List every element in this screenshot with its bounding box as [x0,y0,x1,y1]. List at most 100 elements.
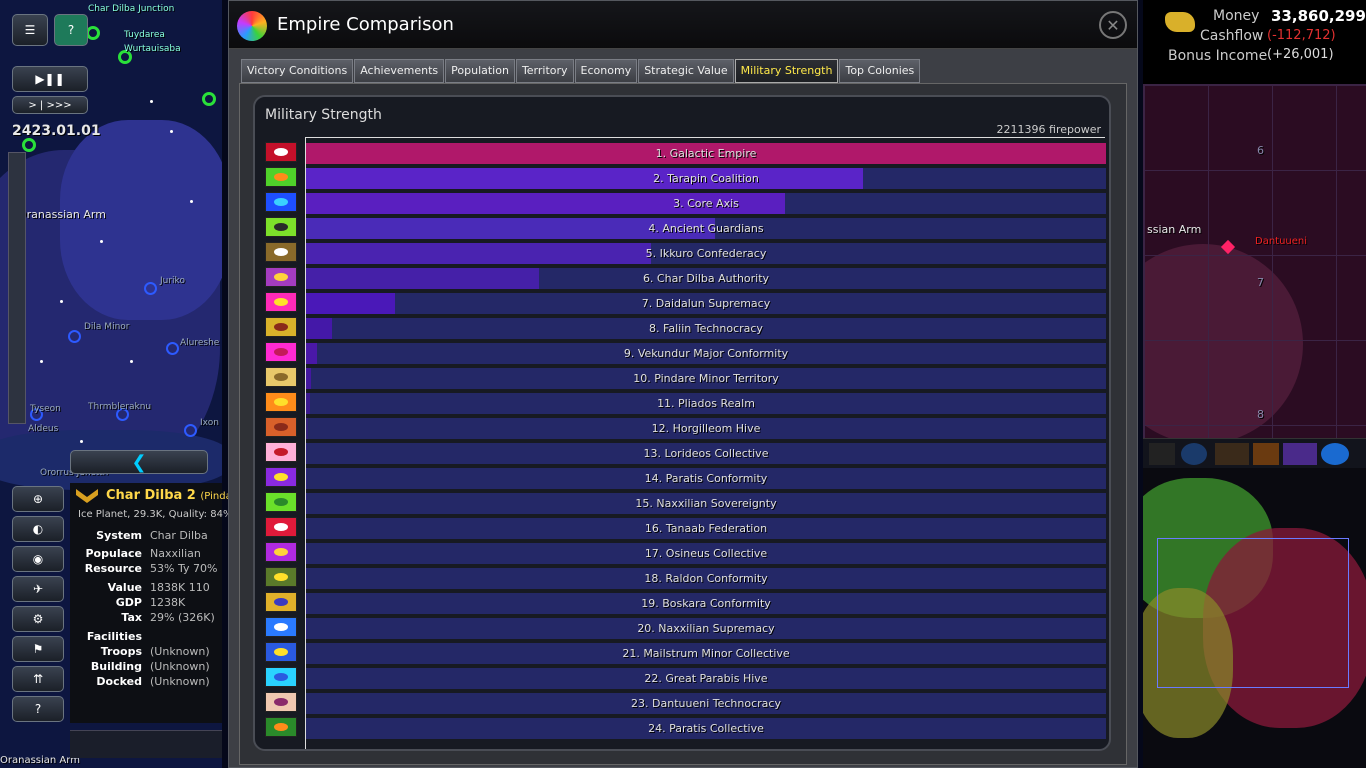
target-button[interactable]: ⊕ [12,486,64,512]
intel-button[interactable]: ◉ [12,546,64,572]
tab-territory[interactable]: Territory [515,59,574,83]
planet-name[interactable]: Char Dilba 2 (Pindar [106,488,236,503]
chart-row[interactable]: 19. Boskara Conformity [306,593,1106,614]
empire-emblem-icon[interactable] [265,317,297,337]
money-icon [1165,12,1195,32]
chart-row[interactable]: 23. Dantuueni Technocracy [306,693,1106,714]
chart-row[interactable]: 3. Core Axis [306,193,1106,214]
play-pause-button[interactable]: ▶❚❚ [12,66,88,92]
view-mode-toolbar[interactable] [1143,438,1366,468]
minimap[interactable] [1143,468,1366,768]
empire-emblem-icon[interactable] [265,592,297,612]
tab-victory-conditions[interactable]: Victory Conditions [241,59,354,83]
fleet-slots[interactable] [70,730,222,758]
chart-row[interactable]: 6. Char Dilba Authority [306,268,1106,289]
chart-bar-label: 5. Ikkuro Confederacy [645,247,767,260]
chart-row[interactable]: 21. Mailstrum Minor Collective [306,643,1106,664]
chart-row[interactable]: 17. Osineus Collective [306,543,1106,564]
empire-emblem-icon[interactable] [265,542,297,562]
empire-emblem-icon[interactable] [265,667,297,687]
system-marker[interactable] [22,138,36,152]
empire-emblem-icon[interactable] [265,292,297,312]
system-marker[interactable] [144,282,157,295]
map-filter-toolbar[interactable] [8,152,26,424]
empire-emblem-icon[interactable] [265,717,297,737]
tab-achievements[interactable]: Achievements [354,59,445,83]
system-marker[interactable] [202,92,216,106]
close-button[interactable]: ✕ [1099,11,1127,39]
empire-emblem-icon[interactable] [265,192,297,212]
chart-row[interactable]: 16. Tanaab Federation [306,518,1106,539]
galaxy-map-right[interactable]: ssian Arm Dantuueni 6 7 8 [1143,84,1366,438]
speed-label: > | >>> [28,99,72,111]
empire-emblem-icon[interactable] [265,367,297,387]
help-button[interactable]: ? [54,14,88,46]
empire-emblem-icon[interactable] [265,392,297,412]
settings-button[interactable]: ⚙ [12,606,64,632]
system-marker[interactable] [86,26,100,40]
empire-emblem-icon[interactable] [265,492,297,512]
chart-bar-label: 6. Char Dilba Authority [642,272,770,285]
empire-emblem-icon[interactable] [265,442,297,462]
chart-row[interactable]: 4. Ancient Guardians [306,218,1106,239]
chart-row[interactable]: 14. Paratis Conformity [306,468,1106,489]
empire-emblem-icon[interactable] [265,142,297,162]
chart-row[interactable]: 11. Pliados Realm [306,393,1106,414]
diplomacy-button[interactable]: ? [12,696,64,722]
chart-row[interactable]: 20. Naxxilian Supremacy [306,618,1106,639]
tab-population[interactable]: Population [445,59,515,83]
empire-emblem-icon[interactable] [265,567,297,587]
empire-emblem-icon[interactable] [265,167,297,187]
speed-control[interactable]: > | >>> [12,96,88,114]
empire-emblem-icon[interactable] [265,467,297,487]
chart-row[interactable]: 8. Faliin Technocracy [306,318,1106,339]
chart-row[interactable]: 24. Paratis Collective [306,718,1106,739]
ships-button[interactable]: ✈ [12,576,64,602]
tab-top-colonies[interactable]: Top Colonies [839,59,921,83]
chart-bar-label: 22. Great Parabis Hive [644,672,768,685]
minimap-viewport[interactable] [1157,538,1349,688]
satellite-icon[interactable] [1149,443,1175,465]
empire-emblem-icon[interactable] [265,267,297,287]
empire-emblem-icon[interactable] [265,417,297,437]
empire-emblem-icon[interactable] [265,692,297,712]
empire-emblem-icon[interactable] [265,217,297,237]
star-icon[interactable] [1253,443,1279,465]
chart-row[interactable]: 15. Naxxilian Sovereignty [306,493,1106,514]
nebula-icon[interactable] [1283,443,1317,465]
tab-military-strength[interactable]: Military Strength [734,59,839,83]
chart-row[interactable]: 7. Daidalun Supremacy [306,293,1106,314]
chart-row[interactable]: 1. Galactic Empire [306,143,1106,164]
empire-button[interactable]: ⚑ [12,636,64,662]
empire-emblem-icon[interactable] [265,617,297,637]
ringed-planet-icon[interactable] [1215,443,1249,465]
tab-strategic-value[interactable]: Strategic Value [638,59,734,83]
chart-row[interactable]: 13. Lorideos Collective [306,443,1106,464]
empire-emblem-icon[interactable] [265,642,297,662]
planets-button[interactable]: ◐ [12,516,64,542]
chart-row[interactable]: 9. Vekundur Major Conformity [306,343,1106,364]
chart-row[interactable]: 18. Raldon Conformity [306,568,1106,589]
galaxy-view-icon[interactable] [1321,443,1349,465]
system-marker[interactable] [184,424,197,437]
chart-row[interactable]: 22. Great Parabis Hive [306,668,1106,689]
empire-emblem-icon[interactable] [265,242,297,262]
system-marker[interactable] [166,342,179,355]
planet-view-icon[interactable] [1181,443,1207,465]
empire-emblem-icon[interactable] [265,342,297,362]
chart-row[interactable]: 10. Pindare Minor Territory [306,368,1106,389]
game-date: 2423.01.01 [12,123,101,139]
emblem-symbol [274,448,288,456]
research-button[interactable]: ⇈ [12,666,64,692]
chart-bar-label: 20. Naxxilian Supremacy [637,622,775,635]
empire-emblem-icon[interactable] [265,517,297,537]
collapse-left-button[interactable]: ❮ [70,450,208,474]
chart-row[interactable]: 12. Horgilleom Hive [306,418,1106,439]
planet-info-panel: Char Dilba 2 (Pindar Ice Planet, 29.3K, … [70,483,236,723]
chart-row[interactable]: 5. Ikkuro Confederacy [306,243,1106,264]
tab-economy[interactable]: Economy [574,59,638,83]
map-label: Aldeus [28,424,59,434]
menu-button[interactable]: ☰ [12,14,48,46]
system-marker[interactable] [68,330,81,343]
chart-row[interactable]: 2. Tarapin Coalition [306,168,1106,189]
